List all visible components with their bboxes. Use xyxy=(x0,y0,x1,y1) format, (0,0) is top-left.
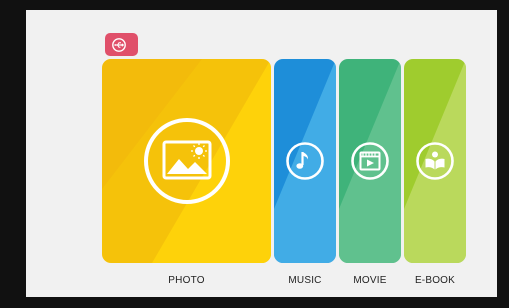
tile-ebook[interactable] xyxy=(404,59,466,263)
tile-movie[interactable] xyxy=(339,59,401,263)
home-screen: PHOTO MUSIC MOVIE E-BOOK xyxy=(26,10,497,297)
tile-music-label: MUSIC xyxy=(288,275,322,286)
tile-photo[interactable] xyxy=(102,59,271,263)
image-icon xyxy=(139,113,235,209)
film-icon xyxy=(349,140,391,182)
book-icon xyxy=(414,140,456,182)
music-note-icon xyxy=(284,140,326,182)
usb-source-badge[interactable] xyxy=(105,33,138,56)
tile-photo-label: PHOTO xyxy=(168,275,205,286)
tile-movie-label: MOVIE xyxy=(353,275,387,286)
tile-ebook-label: E-BOOK xyxy=(414,275,456,286)
usb-icon xyxy=(111,37,126,52)
tile-music[interactable] xyxy=(274,59,336,263)
